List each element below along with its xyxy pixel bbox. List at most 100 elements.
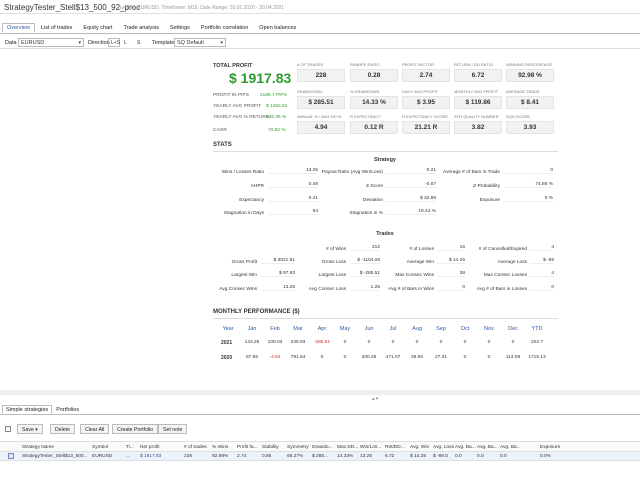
tab-settings[interactable]: Settings <box>165 23 195 33</box>
tab-simple-strategies[interactable]: Simple strategies <box>2 405 53 414</box>
stat-label: Deviation <box>363 198 383 203</box>
metric-value: $ 8.41 <box>506 96 554 109</box>
stat-value: 0.21 <box>386 168 436 174</box>
column-header[interactable]: Avg. Ba... <box>477 445 498 450</box>
column-header[interactable]: Avg. Win <box>410 445 429 450</box>
column-header[interactable]: Drawdo... <box>312 445 333 450</box>
metric-value: 14.33 % <box>350 96 398 109</box>
tab-overview[interactable]: Overview <box>2 23 35 33</box>
column-header[interactable]: Ret/DD... <box>385 445 405 450</box>
data-select[interactable]: EURUSD ▾ <box>18 38 84 47</box>
month-header: Aug <box>412 326 422 332</box>
month-value: 0 <box>391 340 395 345</box>
select-all-checkbox[interactable] <box>5 426 11 432</box>
databank-toolbar: Save ▾ Delete Clear All Create Portfolio… <box>0 420 640 435</box>
clear-all-button[interactable]: Clear All <box>80 424 110 434</box>
month-value: 200.26 <box>361 355 377 360</box>
metric-label: SHARPE RATIO <box>350 62 380 67</box>
column-header[interactable]: Avg. Loss <box>433 445 454 450</box>
set-note-button[interactable]: Set note <box>158 424 188 434</box>
column-header[interactable]: Avg. Ba... <box>500 445 521 450</box>
row-checkbox[interactable] <box>8 453 14 459</box>
pane-splitter[interactable] <box>0 390 640 395</box>
trade-value: $ -69 <box>530 258 554 264</box>
template-select[interactable]: SQ Default ▾ <box>174 38 226 47</box>
save-button[interactable]: Save ▾ <box>17 424 43 434</box>
column-header[interactable]: Win/Los... <box>360 445 381 450</box>
month-value: 0 <box>439 340 443 345</box>
column-header[interactable]: Avg. Ba... <box>455 445 476 450</box>
column-header[interactable]: Stability <box>262 445 279 450</box>
tab-trade-analysis[interactable]: Trade analysis <box>118 23 164 33</box>
summary-label: YEARLY AVG PROFIT <box>213 104 262 109</box>
metric-card: R EXPECTANCY 0.12 R <box>350 114 398 134</box>
chevron-down-icon: ▾ <box>78 40 81 46</box>
tab-list-of-trades[interactable]: List of trades <box>36 23 78 33</box>
stat-label: Average # of Bars in Trade <box>443 170 500 175</box>
tab-portfolio-correlation[interactable]: Portfolio correlation <box>196 23 253 33</box>
month-value: 0 <box>511 340 515 345</box>
trade-label: Avg # of Bars in Losses <box>476 287 527 292</box>
trade-label: Avg Consec Wins <box>219 287 257 292</box>
month-value: 202.7 <box>530 340 543 345</box>
stat-label: Expectancy <box>239 198 264 203</box>
metric-value: 0.12 R <box>350 121 398 134</box>
metric-value: 0.28 <box>350 69 398 82</box>
tab-equity-chart[interactable]: Equity chart <box>78 23 117 33</box>
save-button-label: Save <box>22 427 34 433</box>
column-header[interactable]: Ti... <box>126 445 134 450</box>
table-cell: $ -89.0 <box>433 454 448 459</box>
column-header[interactable]: Symbol <box>92 445 108 450</box>
metric-label: SQN SCORE <box>506 114 531 119</box>
month-header: YTD <box>531 326 543 332</box>
column-header[interactable]: Profit fa... <box>237 445 258 450</box>
template-label: Template <box>152 40 175 46</box>
divider <box>213 151 558 152</box>
trade-value: 212 <box>350 245 380 251</box>
direction-s[interactable]: S <box>134 38 146 47</box>
metric-card: DAILY AVG PROFIT $ 3.95 <box>402 89 450 109</box>
metric-value: 6.72 <box>454 69 502 82</box>
column-header[interactable]: # of trades <box>184 445 207 450</box>
direction-ls[interactable]: L+S <box>108 38 120 47</box>
table-cell: 0.85 <box>262 454 272 459</box>
column-header[interactable]: Max DD... <box>337 445 358 450</box>
month-value: 0 <box>343 340 347 345</box>
direction-l[interactable]: L <box>121 38 133 47</box>
column-header[interactable]: % Wins <box>212 445 228 450</box>
data-label: Data <box>5 40 17 46</box>
column-header[interactable]: Symmetry <box>287 445 309 450</box>
window-titlebar: StrategyTester_Stell$13_500_92_proc Symb… <box>0 0 640 14</box>
summary-label: CAGR <box>213 128 227 133</box>
table-cell: 0.0% <box>540 454 551 459</box>
monthly-title: MONTHLY PERFORMANCE ($) <box>213 309 300 315</box>
table-cell: $ 1917.83 <box>140 454 162 459</box>
month-value: 471.07 <box>385 355 401 360</box>
column-header[interactable]: Exposure <box>540 445 560 450</box>
month-value: 0 <box>343 355 347 360</box>
summary-label: PROFIT IN PIPS <box>213 93 249 98</box>
table-cell: 2.74 <box>237 454 247 459</box>
stat-label: Payout Ratio (Avg Win/Loss) <box>321 170 383 175</box>
stat-label: Wins / Losses Ratio <box>221 170 264 175</box>
metric-label: R EXPECTANCY SCORE <box>402 114 449 119</box>
column-header[interactable]: Strategy Name <box>22 445 54 450</box>
stat-value: $ 32.99 <box>386 196 436 202</box>
trade-value: 0 <box>437 285 465 291</box>
table-cell: 13.25 <box>360 454 373 459</box>
trade-value: $ -1104.08 <box>350 258 380 264</box>
table-row[interactable]: StrategyTester_Stell$13_500... EURUSD... $… <box>0 452 640 461</box>
month-value: 0 <box>487 340 491 345</box>
column-header[interactable]: Net profit <box>140 445 159 450</box>
table-cell: $ 285... <box>312 454 329 459</box>
tab-portfolios[interactable]: Portfolios <box>52 405 83 414</box>
create-portfolio-button[interactable]: Create Portfolio <box>112 424 159 434</box>
month-header: Oct <box>460 326 470 332</box>
trade-label: # of Cancelled/Expired <box>478 247 527 252</box>
tab-open-balances[interactable]: Open balances <box>254 23 301 33</box>
metric-label: MONTHLY AVG PROFIT <box>454 89 499 94</box>
delete-button[interactable]: Delete <box>50 424 75 434</box>
strategy-title: Strategy <box>373 157 396 163</box>
trade-label: Largest Win <box>231 273 257 278</box>
trade-value: $ -285.51 <box>350 271 380 277</box>
